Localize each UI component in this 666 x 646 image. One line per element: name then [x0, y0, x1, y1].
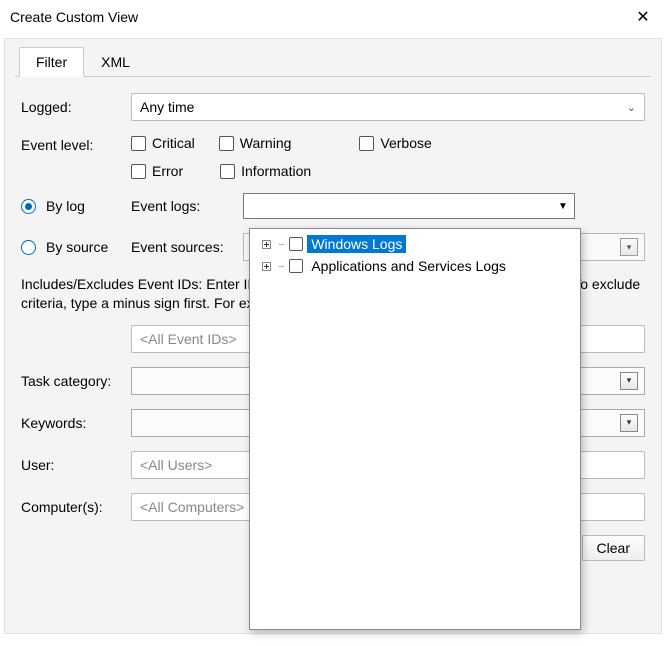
event-logs-tree-popup: ···· Windows Logs ···· Applications and … [249, 228, 581, 630]
clear-button[interactable]: Clear [582, 535, 645, 561]
tab-filter[interactable]: Filter [19, 47, 84, 77]
close-icon: ✕ [636, 7, 649, 27]
critical-checkbox[interactable] [131, 136, 146, 151]
tree-item-apps-services-logs[interactable]: Applications and Services Logs [307, 257, 510, 275]
task-category-label: Task category: [21, 373, 131, 389]
chevron-down-icon: ▾ [620, 238, 638, 256]
critical-label: Critical [152, 135, 195, 151]
information-checkbox[interactable] [220, 164, 235, 179]
event-logs-dropdown[interactable]: ▼ [243, 193, 575, 219]
verbose-label: Verbose [380, 135, 431, 151]
tab-xml[interactable]: XML [84, 47, 147, 77]
tree-item-windows-logs[interactable]: Windows Logs [307, 235, 406, 253]
logged-dropdown[interactable]: Any time ⌄ [131, 93, 645, 121]
information-label: Information [241, 163, 311, 179]
logged-label: Logged: [21, 99, 131, 115]
computers-label: Computer(s): [21, 499, 131, 515]
keywords-label: Keywords: [21, 415, 131, 431]
apps-services-logs-checkbox[interactable] [289, 259, 303, 273]
event-ids-placeholder: <All Event IDs> [140, 331, 237, 347]
error-checkbox[interactable] [131, 164, 146, 179]
by-source-radio[interactable] [21, 240, 36, 255]
by-source-label: By source [46, 239, 108, 255]
logged-value: Any time [140, 99, 194, 115]
expand-icon[interactable] [260, 240, 272, 249]
close-button[interactable]: ✕ [620, 0, 666, 34]
warning-checkbox[interactable] [219, 136, 234, 151]
computers-placeholder: <All Computers> [140, 499, 244, 515]
chevron-down-icon: ⌄ [627, 101, 636, 114]
by-log-radio[interactable] [21, 199, 36, 214]
event-sources-label: Event sources: [131, 239, 243, 255]
event-level-label: Event level: [21, 135, 131, 153]
dialog-title: Create Custom View [10, 9, 620, 25]
expand-icon[interactable] [260, 262, 272, 271]
chevron-down-icon: ▾ [620, 414, 638, 432]
user-placeholder: <All Users> [140, 457, 212, 473]
windows-logs-checkbox[interactable] [289, 237, 303, 251]
event-logs-label: Event logs: [131, 198, 243, 214]
user-label: User: [21, 457, 131, 473]
dropdown-triangle-icon: ▼ [554, 201, 572, 212]
warning-label: Warning [240, 135, 292, 151]
by-log-label: By log [46, 198, 85, 214]
error-label: Error [152, 163, 183, 179]
tree-connector-icon: ···· [278, 239, 283, 250]
tree-connector-icon: ···· [278, 261, 283, 272]
chevron-down-icon: ▾ [620, 372, 638, 390]
verbose-checkbox[interactable] [359, 136, 374, 151]
